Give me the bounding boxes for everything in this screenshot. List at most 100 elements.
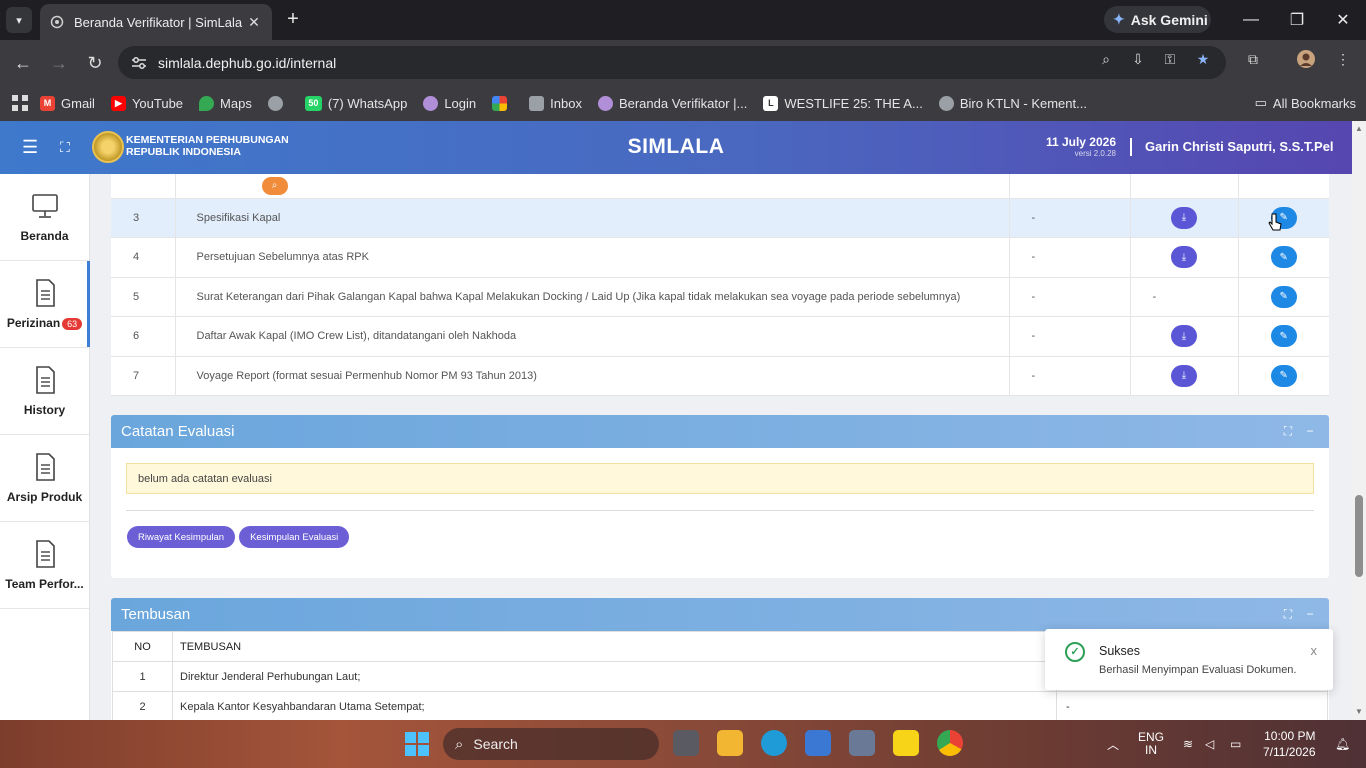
bookmark-pinwheel[interactable] [492,95,513,111]
bookmark-youtube[interactable]: ▶ YouTube [110,95,183,111]
bookmark-star-icon[interactable]: ★ [1193,49,1213,69]
restore-window-icon[interactable]: ❐ [1274,0,1320,40]
bookmark-maps[interactable]: Maps [199,95,252,111]
language-indicator[interactable]: ENG IN [1138,720,1164,768]
bookmark-login[interactable]: Login [423,95,477,111]
ministry-logo [92,131,124,163]
new-tab-plus-icon[interactable]: + [282,8,304,30]
kesimpulan-evaluasi-button[interactable]: Kesimpulan Evaluasi [239,526,350,548]
wifi-icon[interactable]: ≋ [1183,720,1193,768]
notification-bell-icon[interactable]: 🔔︎ [1335,720,1350,768]
edit-button[interactable]: ✎ [1270,325,1297,348]
collapse-minus-icon[interactable]: − [1303,424,1317,438]
sidebar-item-perizinan[interactable]: Perizinan 63 [0,261,90,348]
bookmark-label: Login [444,95,477,111]
download-button[interactable]: ⤓ [1171,325,1197,348]
all-bookmarks-button[interactable]: ▭ All Bookmarks [1255,85,1356,121]
profile-avatar-icon[interactable] [1296,49,1316,69]
fullscreen-icon[interactable]: ⛶ [60,137,80,157]
zoom-magnifier-icon[interactable]: ⌕ [1096,49,1116,69]
battery-icon[interactable]: ▭ [1230,720,1241,768]
bookmark-globe[interactable] [267,95,289,111]
edit-button[interactable]: ✎ [1270,285,1297,308]
browser-tab-active[interactable]: Beranda Verifikator | SimLala ✕ [40,4,272,40]
file-explorer-icon[interactable] [717,730,743,756]
app-icon[interactable] [805,730,831,756]
taskbar-clock[interactable]: 10:00 PM 7/11/2026 [1263,728,1316,760]
bookmark-gmail[interactable]: M Gmail [40,95,95,111]
address-bar[interactable]: simlala.dephub.go.id/internal [118,46,1226,79]
url-text: simlala.dephub.go.id/internal [158,54,337,71]
download-button[interactable]: ⤓ [1171,206,1197,229]
table-row-partial: ⌕ [111,174,1329,199]
volume-icon[interactable]: ◁ [1205,720,1214,768]
scrollbar-thumb[interactable] [1355,495,1363,577]
hamburger-menu-icon[interactable]: ☰ [22,137,42,157]
expand-icon[interactable]: ⛶ [1281,607,1295,621]
document-icon [35,279,55,307]
sticky-notes-icon[interactable] [893,730,919,756]
chrome-icon[interactable] [937,730,963,756]
bookmark-inbox[interactable]: Inbox [529,95,582,111]
minimize-icon[interactable]: — [1228,0,1274,40]
document-icon [35,453,55,481]
catatan-evaluasi-card: Catatan Evaluasi ⛶ − belum ada catatan e… [111,415,1329,578]
folder-icon: ▭ [1254,95,1267,110]
document-status: - [1009,198,1131,238]
download-button[interactable]: ⤓ [1171,364,1197,387]
taskbar-search-box[interactable]: ⌕ Search [443,728,659,760]
toast-close-icon[interactable]: x [1311,643,1318,658]
ask-gemini-label: Ask Gemini [1130,11,1208,28]
camera-app-icon[interactable] [849,730,875,756]
row-number: 4 [111,237,176,278]
sidebar-item-history[interactable]: History [0,348,89,435]
login-icon [423,95,439,111]
tray-chevron-icon[interactable]: ︿ [1107,720,1119,768]
user-name[interactable]: Garin Christi Saputri, S.S.T.Pel [1145,139,1334,154]
edit-button[interactable]: ✎ [1270,364,1297,387]
back-arrow-icon[interactable]: ← [11,51,35,75]
task-view-icon[interactable] [673,730,699,756]
preview-search-button[interactable]: ⌕ [261,176,288,195]
chrome-menu-icon[interactable]: ⋮ [1333,49,1353,69]
table-row: 2 Kepala Kantor Kesyahbandaran Utama Set… [112,691,1328,720]
collapse-minus-icon[interactable]: − [1303,607,1317,621]
edit-button[interactable]: ✎ [1270,246,1297,269]
extensions-puzzle-icon[interactable]: ⧉ [1243,49,1263,69]
scroll-up-icon[interactable]: ▲ [1355,125,1363,133]
tab-search-chevron-icon[interactable]: ▾ [6,7,32,33]
download-button[interactable]: ⤓ [1171,246,1197,269]
scroll-down-icon[interactable]: ▼ [1355,708,1363,716]
password-key-icon[interactable]: ⚿ [1160,49,1180,69]
card-header: Tembusan ⛶ − [111,598,1329,631]
bookmark-westlife[interactable]: L WESTLIFE 25: THE A... [763,95,923,111]
bookmark-biro-ktln[interactable]: Biro KTLN - Kement... [938,95,1087,111]
expand-icon[interactable]: ⛶ [1281,424,1295,438]
page-scrollbar[interactable]: ▲ ▼ [1352,121,1366,720]
bookmark-label: Beranda Verifikator |... [618,95,748,111]
apps-grid-icon[interactable] [12,95,28,111]
document-name: Daftar Awak Kapal (IMO Crew List), ditan… [175,316,1010,357]
bookmark-beranda-verifikator[interactable]: Beranda Verifikator |... [597,95,748,111]
windows-start-icon[interactable] [405,732,429,756]
ask-gemini-button[interactable]: ✦ Ask Gemini [1104,6,1211,33]
bookmark-whatsapp[interactable]: 50 (7) WhatsApp [304,95,407,111]
riwayat-kesimpulan-button[interactable]: Riwayat Kesimpulan [127,526,236,548]
bookmark-l-icon: L [763,95,779,111]
recipient-name: Direktur Jenderal Perhubungan Laut; [172,661,1057,692]
perizinan-count-badge: 63 [62,318,83,330]
sidebar-item-arsip-produk[interactable]: Arsip Produk [0,435,89,522]
tab-close-icon[interactable]: ✕ [246,14,262,31]
close-window-icon[interactable]: ✕ [1320,0,1366,40]
sidebar-item-beranda[interactable]: Beranda [0,174,89,261]
date-text: 11 July 2026 [1045,135,1116,149]
simlala-icon [597,95,613,111]
edge-browser-icon[interactable] [761,730,787,756]
install-app-icon[interactable]: ⇩ [1128,49,1148,69]
sidebar-item-label: Arsip Produk [6,490,83,504]
edit-cell: ✎ [1238,237,1329,278]
site-info-tune-icon[interactable] [130,56,148,70]
forward-arrow-icon[interactable]: → [47,51,71,75]
reload-icon[interactable]: ↻ [83,51,107,75]
sidebar-item-team-performance[interactable]: Team Perfor... [0,522,89,609]
